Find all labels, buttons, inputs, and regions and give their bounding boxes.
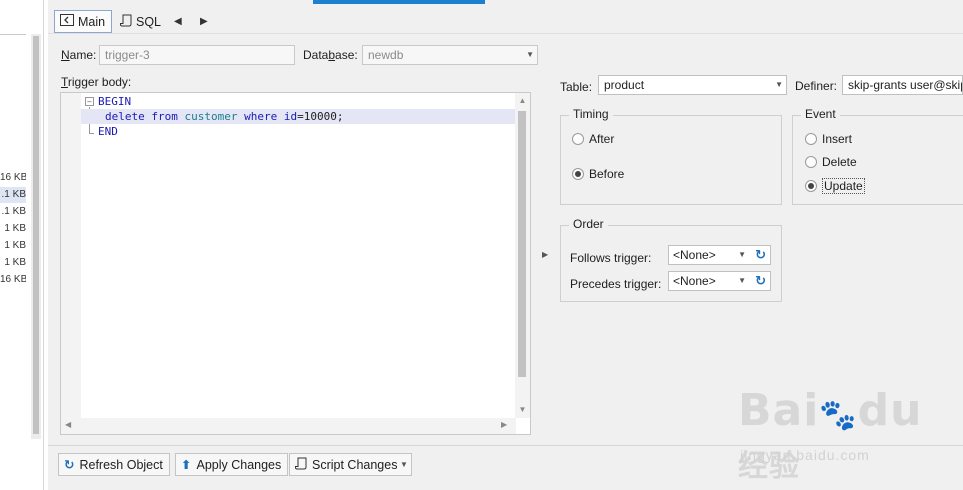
scrollbar-thumb[interactable] (518, 111, 526, 377)
name-label: Name: (61, 48, 97, 62)
event-insert-label: Insert (822, 132, 853, 146)
radio-off-icon (572, 133, 584, 145)
trigger-body-editor[interactable]: – BEGIN delete from customer where id=10… (60, 92, 531, 435)
definer-field[interactable]: skip-grants user@skip (842, 75, 963, 95)
radio-off-icon (805, 133, 817, 145)
scroll-down-icon[interactable]: ▼ (515, 405, 530, 414)
code-line: BEGIN (98, 95, 132, 108)
list-item[interactable]: 16 KB (0, 170, 26, 186)
timing-after-radio[interactable]: After (572, 132, 614, 146)
table-label: Table: (560, 80, 593, 94)
radio-on-icon (572, 168, 584, 180)
editor-gutter (61, 93, 81, 418)
scroll-right-icon[interactable]: ▶ (501, 420, 507, 429)
tab-sql[interactable]: SQL (115, 10, 167, 33)
database-select[interactable]: newdb ▼ (362, 45, 538, 65)
table-value: product (604, 78, 645, 92)
splitter-collapse-icon[interactable]: ▶ (542, 250, 548, 259)
definer-label: Definer: (795, 79, 838, 93)
table-select[interactable]: product ▼ (598, 75, 787, 95)
database-value: newdb (368, 48, 404, 62)
upload-icon: ⬆ (181, 458, 192, 472)
refresh-object-label: Refresh Object (79, 457, 163, 472)
divider (0, 34, 26, 35)
scroll-up-icon[interactable]: ▲ (515, 96, 530, 105)
list-item[interactable]: .1 KB (0, 187, 26, 203)
tab-main-label: Main (78, 14, 106, 29)
chevron-down-icon: ▼ (526, 50, 534, 59)
timing-group: Timing (560, 107, 782, 205)
precedes-trigger-label: Precedes trigger: (570, 277, 662, 291)
refresh-icon[interactable]: ↻ (755, 246, 766, 264)
precedes-trigger-select[interactable]: <None> ▼ ↻ (668, 271, 771, 291)
apply-changes-label: Apply Changes (196, 457, 282, 472)
form-icon (60, 14, 74, 29)
refresh-icon[interactable]: ↻ (755, 272, 766, 290)
radio-off-icon (805, 156, 817, 168)
event-update-label: Update (822, 178, 865, 194)
chevron-right-icon[interactable]: ▶ (200, 16, 208, 27)
timing-before-radio[interactable]: Before (572, 167, 624, 181)
event-title: Event (801, 107, 840, 121)
script-icon (120, 14, 132, 30)
tab-main[interactable]: Main (54, 10, 112, 33)
order-title: Order (569, 217, 608, 231)
script-changes-dropdown[interactable]: ▼ (397, 453, 412, 476)
event-insert-radio[interactable]: Insert (805, 132, 852, 146)
timing-after-label: After (589, 132, 615, 146)
list-item[interactable]: 1 KB (0, 238, 26, 254)
list-item[interactable]: 1 KB (0, 255, 26, 271)
event-delete-label: Delete (822, 155, 857, 169)
editor-horizontal-scrollbar[interactable]: ◀ ▶ (61, 418, 516, 434)
follows-trigger-label: Follows trigger: (570, 251, 652, 265)
chevron-down-icon: ▼ (738, 250, 746, 259)
file-list-panel: 16 KB .1 KB .1 KB 1 KB 1 KB 1 KB 16 KB (0, 0, 44, 490)
code-line-current: delete from customer where id=10000; (81, 109, 516, 124)
view-tab-bar: Main SQL ◀ ▶ (48, 6, 963, 34)
scrollbar-thumb[interactable] (33, 36, 39, 434)
chevron-down-icon: ▼ (775, 80, 783, 89)
tab-sql-label: SQL (136, 14, 162, 29)
timing-title: Timing (569, 107, 613, 121)
list-item[interactable]: 1 KB (0, 221, 26, 237)
trigger-body-label: Trigger body: (61, 75, 132, 89)
code-area[interactable]: BEGIN delete from customer where id=1000… (81, 93, 516, 418)
chevron-down-icon: ▼ (738, 276, 746, 285)
scroll-left-icon[interactable]: ◀ (65, 420, 71, 429)
refresh-icon: ↻ (64, 458, 75, 472)
follows-trigger-select[interactable]: <None> ▼ ↻ (668, 245, 771, 265)
file-list-scrollbar[interactable] (31, 34, 41, 439)
event-delete-radio[interactable]: Delete (805, 155, 857, 169)
name-field[interactable]: trigger-3 (99, 45, 295, 65)
chevron-left-icon[interactable]: ◀ (174, 16, 182, 27)
script-changes-label: Script Changes (312, 457, 398, 472)
chevron-down-icon: ▼ (400, 460, 408, 469)
list-item[interactable]: .1 KB (0, 204, 26, 220)
refresh-object-button[interactable]: ↻ Refresh Object (58, 453, 170, 476)
timing-before-label: Before (589, 167, 625, 181)
active-document-indicator (313, 0, 485, 4)
list-item[interactable]: 16 KB (0, 272, 26, 288)
database-label: Database: (303, 48, 358, 62)
event-update-radio[interactable]: Update (805, 178, 865, 194)
radio-on-icon (805, 180, 817, 192)
follows-trigger-value: <None> (673, 248, 716, 262)
precedes-trigger-value: <None> (673, 274, 716, 288)
editor-vertical-scrollbar[interactable]: ▲ ▼ (515, 93, 530, 418)
script-icon (295, 457, 307, 473)
code-line: END (98, 125, 118, 138)
script-changes-button[interactable]: Script Changes (289, 453, 398, 476)
apply-changes-button[interactable]: ⬆ Apply Changes (175, 453, 289, 476)
